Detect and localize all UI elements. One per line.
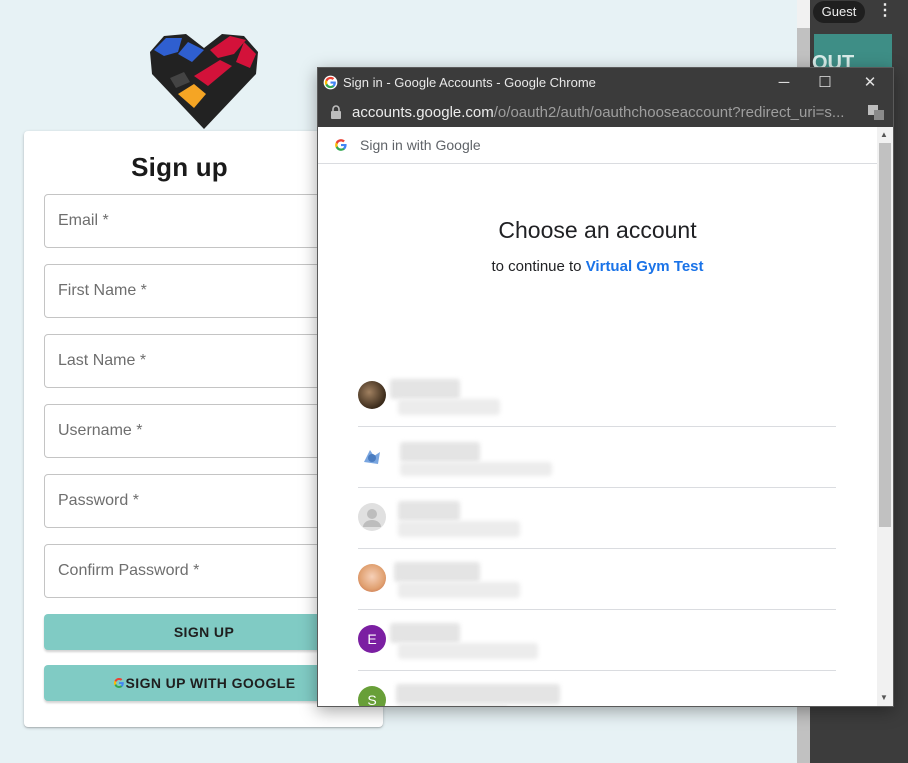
confirm-password-field[interactable]: Confirm Password * <box>44 544 364 598</box>
heart-logo-icon <box>150 34 258 129</box>
minimize-button[interactable]: ─ <box>770 73 798 93</box>
email-field[interactable]: Email * <box>44 194 364 248</box>
popup-content: Sign in with Google Choose an account to… <box>318 127 893 706</box>
account-avatar: E <box>358 625 386 653</box>
account-item[interactable] <box>358 365 836 427</box>
last-name-field-label: Last Name * <box>58 352 147 369</box>
last-name-field[interactable]: Last Name * <box>44 334 364 388</box>
google-signup-button[interactable]: SIGN UP WITH GOOGLE <box>44 665 364 701</box>
scroll-up-arrow-icon[interactable]: ▲ <box>880 130 888 139</box>
app-name-link[interactable]: Virtual Gym Test <box>586 258 704 275</box>
url-path: /o/oauth2/auth/oauthchooseaccount?redire… <box>493 104 845 121</box>
lock-icon <box>331 105 341 119</box>
google-signin-popup-window: Sign in - Google Accounts - Google Chrom… <box>317 67 894 707</box>
account-item[interactable] <box>358 548 836 610</box>
popup-window-title: Sign in - Google Accounts - Google Chrom… <box>343 75 596 90</box>
password-field[interactable]: Password * <box>44 474 364 528</box>
account-avatar <box>358 442 386 470</box>
account-item[interactable]: E <box>358 609 836 671</box>
account-item[interactable] <box>358 426 836 488</box>
account-avatar <box>358 564 386 592</box>
popup-address-bar[interactable]: accounts.google.com/o/oauth2/auth/oauthc… <box>318 98 893 127</box>
google-favicon-icon <box>323 75 338 90</box>
google-g-icon <box>113 677 124 688</box>
signup-button[interactable]: SIGN UP <box>44 614 364 650</box>
scroll-down-arrow-icon[interactable]: ▼ <box>880 693 888 702</box>
choose-account-heading: Choose an account <box>498 217 697 243</box>
email-field-label: Email * <box>58 212 109 229</box>
popup-url[interactable]: accounts.google.com/o/oauth2/auth/oauthc… <box>352 104 844 121</box>
username-field-label: Username * <box>58 422 143 439</box>
continue-to-text: to continue to Virtual Gym Test <box>318 258 877 275</box>
maximize-button[interactable]: ☐ <box>811 73 839 93</box>
guest-profile-button[interactable]: Guest <box>813 1 865 23</box>
signup-title: Sign up <box>131 152 228 182</box>
first-name-field-label: First Name * <box>58 282 147 299</box>
close-button[interactable]: ✕ <box>856 73 884 93</box>
account-item[interactable]: S <box>358 670 836 706</box>
confirm-password-field-label: Confirm Password * <box>58 562 200 579</box>
google-signup-label: SIGN UP WITH GOOGLE <box>125 675 296 691</box>
translate-icon[interactable] <box>868 105 884 120</box>
popup-scrollbar-thumb[interactable] <box>879 143 891 527</box>
continue-prefix: to continue to <box>491 258 582 275</box>
popup-titlebar[interactable]: Sign in - Google Accounts - Google Chrom… <box>318 68 893 98</box>
url-host: accounts.google.com <box>352 104 494 121</box>
account-avatar <box>358 381 386 409</box>
kebab-menu-icon[interactable]: ⋮ <box>877 3 893 19</box>
google-logo-icon <box>335 139 347 151</box>
first-name-field[interactable]: First Name * <box>44 264 364 318</box>
account-avatar: S <box>358 686 386 706</box>
username-field[interactable]: Username * <box>44 404 364 458</box>
default-avatar-icon <box>358 503 386 531</box>
password-field-label: Password * <box>58 492 139 509</box>
account-item[interactable] <box>358 487 836 549</box>
signin-header: Sign in with Google <box>318 127 877 164</box>
signin-header-text: Sign in with Google <box>360 137 481 153</box>
